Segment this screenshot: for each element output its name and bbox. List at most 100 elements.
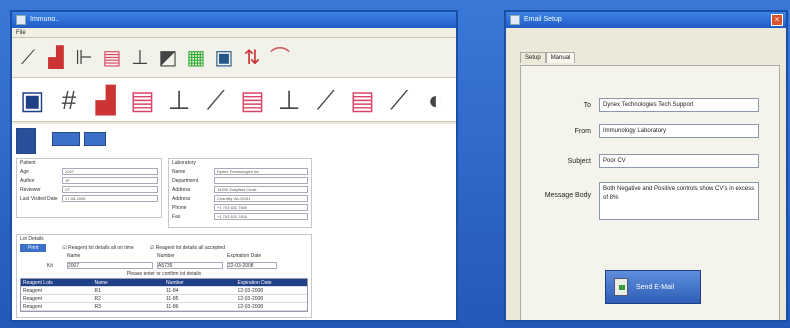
table-cell: Reagent	[23, 288, 42, 294]
microscope-icon[interactable]: ⊩	[72, 44, 96, 72]
document-icon[interactable]: ▣	[16, 82, 49, 118]
record-icon[interactable]	[16, 128, 36, 154]
balance-icon[interactable]: ⊥	[128, 44, 152, 72]
lot-label: Kit	[47, 262, 53, 269]
curve-icon[interactable]: ⌒	[268, 44, 292, 72]
sort-icon[interactable]: ⇅	[240, 44, 264, 72]
grid-icon[interactable]: #	[53, 82, 86, 118]
table-cell: 11-85	[166, 296, 179, 302]
heater-icon[interactable]: ▤	[100, 44, 124, 72]
tab-manual[interactable]: Manual	[545, 52, 576, 63]
magnet-icon[interactable]: ◐	[419, 82, 452, 118]
heater-icon[interactable]: ▤	[346, 82, 379, 118]
pipette-icon[interactable]: ⟋	[16, 44, 40, 72]
tab-setup[interactable]: Setup	[520, 52, 546, 63]
patient-panel: Patient Age 2007 Author JP Reviewer VT Last…	[16, 158, 162, 218]
col-number: Number	[157, 253, 175, 259]
pipette-icon[interactable]: ⟋	[309, 82, 342, 118]
analyzer-icon[interactable]: ◩	[156, 44, 180, 72]
heater-icon[interactable]: ▤	[236, 82, 269, 118]
from-label: From	[574, 128, 591, 135]
lot-on-time-checkbox[interactable]: ☑ Reagent lot details all on time	[62, 245, 133, 251]
menu-bar: File	[12, 28, 456, 38]
column-header: Number	[166, 280, 184, 286]
pipette-icon[interactable]: ⟋	[199, 82, 232, 118]
field-label: Department	[172, 177, 199, 184]
close-icon[interactable]: ×	[771, 14, 783, 26]
analyzer-window: Immuno.. File ⟋ ▟ ⊩ ▤ ⊥ ◩ ▦ ▣ ⇅ ⌒ ▣ # ▟ …	[10, 10, 458, 322]
field-label: Phone	[172, 204, 187, 211]
message-body-field[interactable]: Both Negative and Positive controls show…	[599, 182, 759, 220]
table-row[interactable]: Reagent R2 11-85 12-03-2008	[21, 295, 307, 303]
address2-field[interactable]: Chantilly VA 20151	[214, 195, 308, 202]
tab-strip: Setup Manual	[520, 52, 576, 63]
author-field[interactable]: JP	[62, 177, 158, 184]
table-cell: Reagent	[23, 296, 42, 302]
field-label: Name	[172, 168, 186, 175]
print-button[interactable]: Print	[20, 244, 47, 252]
department-field[interactable]	[214, 177, 308, 184]
to-field[interactable]: Dynex Technologies Tech Support	[599, 98, 759, 112]
balance-icon[interactable]: ⊥	[163, 82, 196, 118]
table-cell: 11-86	[166, 304, 179, 310]
lot-note: Please enter or confirm lot details	[126, 271, 202, 277]
age-field[interactable]: 2007	[62, 168, 158, 175]
send-email-label: Send E-Mail	[636, 283, 675, 291]
checkbox-label: Reagent lot details all accepted	[155, 245, 226, 251]
lot-name-field[interactable]: 2007	[67, 262, 153, 269]
main-area: Patient Age 2007 Author JP Reviewer VT Last…	[12, 124, 456, 320]
send-email-button[interactable]: Send E-Mail	[605, 270, 701, 304]
lot-accepted-checkbox[interactable]: ☑ Reagent lot details all accepted	[150, 245, 225, 251]
lot-expiry-field[interactable]: 22-03-2008	[227, 262, 277, 269]
message-body-label: Message Body	[544, 192, 591, 199]
column-header: Expiration Date	[237, 280, 272, 286]
table-cell: R2	[94, 296, 101, 302]
fax-field[interactable]: +1 703 631 7816	[214, 213, 308, 220]
table-cell: 12-03-2008	[237, 296, 264, 302]
manual-tab-panel: To Dynex Technologies Tech Support From …	[520, 65, 780, 320]
report-icon[interactable]: ▦	[184, 44, 208, 72]
field-label: Last Visited Date	[20, 195, 58, 202]
display-icon[interactable]: ▣	[212, 44, 236, 72]
reagent-table: Reagent Lots Name Number Expiration Date…	[20, 278, 308, 312]
subject-field[interactable]: Poor CV	[599, 154, 759, 168]
app-icon	[16, 15, 26, 25]
address-field[interactable]: 14340 Sullyfield Circle	[214, 186, 308, 193]
lab-rack-icon[interactable]: ▟	[89, 82, 122, 118]
title-bar: Immuno..	[12, 12, 456, 28]
field-label: Address	[172, 186, 191, 193]
field-label: Age	[20, 168, 29, 175]
phone-field[interactable]: +1 703 631 7800	[214, 204, 308, 211]
table-cell: R1	[94, 288, 101, 294]
toolbar-button-b[interactable]	[84, 132, 106, 146]
col-expiry: Expiration Date	[227, 253, 262, 259]
last-visited-field[interactable]: 17-08-2006	[62, 195, 158, 202]
window-title: Email Setup	[524, 16, 562, 23]
reviewer-field[interactable]: VT	[62, 186, 158, 193]
table-row[interactable]: Reagent R3 11-86 12-03-2008	[21, 303, 307, 311]
pipette-icon[interactable]: ⟋	[383, 82, 416, 118]
menu-file[interactable]: File	[16, 30, 26, 36]
field-label: Author	[20, 177, 35, 184]
app-icon	[510, 15, 520, 25]
from-field[interactable]: Immunology Laboratory	[599, 124, 759, 138]
lab-rack-icon[interactable]: ▟	[44, 44, 68, 72]
field-label: Reviewer	[20, 186, 41, 193]
lab-name-field[interactable]: Dynex Technologies Inc	[214, 168, 308, 175]
toolbar-top: ⟋ ▟ ⊩ ▤ ⊥ ◩ ▦ ▣ ⇅ ⌒	[12, 38, 456, 78]
to-label: To	[583, 102, 591, 109]
heater-icon[interactable]: ▤	[126, 82, 159, 118]
field-label: Address	[172, 195, 191, 202]
title-bar: Email Setup ×	[506, 12, 786, 28]
toolbar-button-a[interactable]	[52, 132, 80, 146]
column-header: Reagent Lots	[23, 280, 53, 286]
toolbar-main: ▣ # ▟ ▤ ⊥ ⟋ ▤ ⊥ ⟋ ▤ ⟋ ◐	[12, 78, 456, 122]
table-cell: R3	[94, 304, 101, 310]
checkbox-label: Reagent lot details all on time	[68, 245, 134, 251]
lot-number-field[interactable]: A5735	[157, 262, 223, 269]
table-cell: 12-03-2008	[237, 304, 264, 310]
table-row[interactable]: Reagent R1 11-84 12-03-2008	[21, 287, 307, 295]
lot-panel-title: Lot Details	[20, 236, 44, 242]
patient-panel-title: Patient	[20, 160, 36, 166]
balance-icon[interactable]: ⊥	[273, 82, 306, 118]
